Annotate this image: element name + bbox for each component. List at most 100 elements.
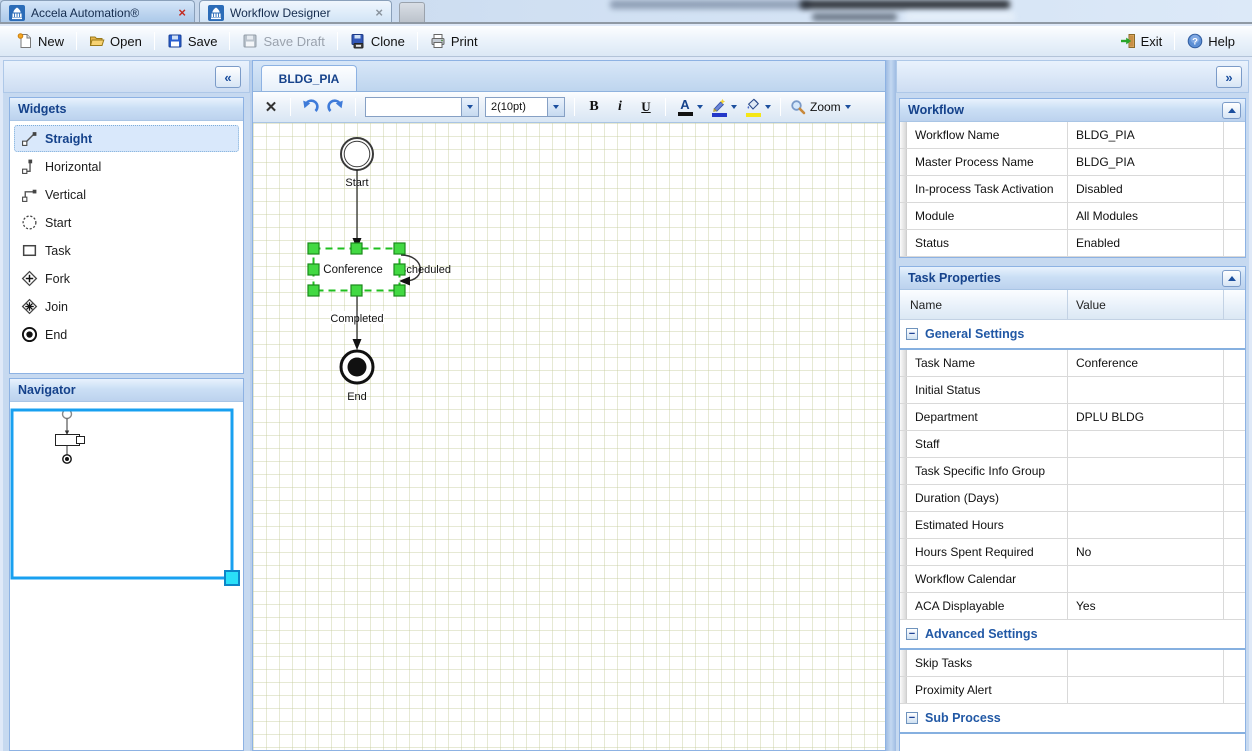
task-property-row[interactable]: Workflow Calendar	[900, 566, 1245, 593]
section-header-sub-process[interactable]: − Sub Process	[900, 704, 1245, 734]
font-family-select[interactable]	[365, 97, 479, 117]
property-value[interactable]: BLDG_PIA	[1067, 149, 1223, 175]
widget-item-task[interactable]: Task	[14, 237, 239, 264]
property-row[interactable]: Status Enabled	[900, 230, 1245, 257]
property-value[interactable]: BLDG_PIA	[1067, 122, 1223, 148]
dropdown-arrow-icon[interactable]	[547, 98, 564, 116]
font-color-button[interactable]: A	[675, 95, 703, 119]
redo-button[interactable]	[326, 96, 346, 118]
workflow-canvas[interactable]: Start Scheduled Conference Completed	[253, 123, 885, 750]
property-value[interactable]	[1067, 485, 1223, 511]
collapse-task-properties-button[interactable]	[1222, 270, 1241, 287]
dropdown-arrow-icon[interactable]	[845, 105, 851, 109]
collapse-left-panel-button[interactable]: «	[215, 66, 241, 88]
collapse-section-icon[interactable]: −	[906, 712, 918, 724]
dropdown-arrow-icon[interactable]	[461, 98, 478, 116]
property-value[interactable]: Enabled	[1067, 230, 1223, 256]
collapse-section-icon[interactable]: −	[906, 328, 918, 340]
property-name: Workflow Calendar	[907, 566, 1067, 592]
dropdown-arrow-icon[interactable]	[765, 105, 771, 109]
task-property-row[interactable]: Task Name Conference	[900, 350, 1245, 377]
property-value[interactable]	[1067, 377, 1223, 403]
underline-button[interactable]: U	[636, 96, 656, 118]
widget-item-join[interactable]: Join	[14, 293, 239, 320]
property-row[interactable]: Workflow Name BLDG_PIA	[900, 122, 1245, 149]
property-value[interactable]	[1067, 512, 1223, 538]
right-splitter[interactable]	[886, 60, 896, 751]
new-button[interactable]: New	[10, 30, 71, 52]
task-node-conference[interactable]: Conference	[314, 249, 400, 291]
print-button[interactable]: Print	[423, 30, 485, 52]
task-property-row[interactable]: Skip Tasks	[900, 650, 1245, 677]
highlight-color-button[interactable]	[709, 95, 737, 119]
italic-button[interactable]: i	[610, 96, 630, 118]
format-toolbar: ✕ 2(10pt) B i U A	[253, 92, 885, 123]
property-value[interactable]: Disabled	[1067, 176, 1223, 202]
help-button[interactable]: Help	[1180, 30, 1242, 52]
property-row[interactable]: Module All Modules	[900, 203, 1245, 230]
property-row[interactable]: In-process Task Activation Disabled	[900, 176, 1245, 203]
dropdown-arrow-icon[interactable]	[731, 105, 737, 109]
property-row[interactable]: Master Process Name BLDG_PIA	[900, 149, 1245, 176]
end-node[interactable]	[341, 351, 373, 383]
task-property-row[interactable]: Estimated Hours	[900, 512, 1245, 539]
row-gutter	[1223, 677, 1245, 703]
toolbar-separator	[229, 32, 230, 50]
tab-close-icon[interactable]: ×	[178, 6, 186, 19]
section-header-general-settings[interactable]: − General Settings	[900, 320, 1245, 350]
property-value[interactable]: No	[1067, 539, 1223, 565]
fill-color-button[interactable]	[743, 95, 771, 119]
task-property-row[interactable]: Duration (Days)	[900, 485, 1245, 512]
row-handle	[900, 176, 907, 202]
collapse-section-icon[interactable]: −	[906, 628, 918, 640]
zoom-button[interactable]: Zoom	[790, 99, 851, 115]
row-handle	[900, 377, 907, 403]
collapse-right-panel-button[interactable]: »	[1216, 66, 1242, 88]
tab-close-icon[interactable]: ×	[375, 6, 383, 19]
property-name: Task Specific Info Group	[907, 458, 1067, 484]
start-node[interactable]	[341, 138, 373, 170]
browser-tab-accela-automation[interactable]: Accela Automation® ×	[0, 0, 195, 24]
widget-item-fork[interactable]: Fork	[14, 265, 239, 292]
property-value[interactable]: Yes	[1067, 593, 1223, 619]
bold-button[interactable]: B	[584, 96, 604, 118]
open-button[interactable]: Open	[82, 30, 149, 52]
collapse-workflow-panel-button[interactable]	[1222, 102, 1241, 119]
dropdown-arrow-icon[interactable]	[697, 105, 703, 109]
section-header-advanced-settings[interactable]: − Advanced Settings	[900, 620, 1245, 650]
widget-item-straight[interactable]: Straight	[14, 125, 239, 152]
task-property-row[interactable]: Proximity Alert	[900, 677, 1245, 704]
task-property-row[interactable]: Task Specific Info Group	[900, 458, 1245, 485]
save-draft-button[interactable]: Save Draft	[235, 30, 331, 52]
designer-tab-bldg-pia[interactable]: BLDG_PIA	[261, 65, 357, 91]
new-document-icon	[17, 33, 33, 49]
property-value[interactable]	[1067, 650, 1223, 676]
font-size-select[interactable]: 2(10pt)	[485, 97, 565, 117]
property-value[interactable]	[1067, 677, 1223, 703]
property-value[interactable]: Conference	[1067, 350, 1223, 376]
task-property-row[interactable]: Staff	[900, 431, 1245, 458]
clone-button[interactable]: Clone	[343, 30, 412, 52]
widget-item-horizontal[interactable]: Horizontal	[14, 153, 239, 180]
widget-item-vertical[interactable]: Vertical	[14, 181, 239, 208]
task-property-row[interactable]: Department DPLU BLDG	[900, 404, 1245, 431]
row-gutter	[1223, 149, 1245, 175]
task-property-row[interactable]: Hours Spent Required No	[900, 539, 1245, 566]
widget-icon	[21, 270, 38, 287]
property-value[interactable]: All Modules	[1067, 203, 1223, 229]
exit-button[interactable]: Exit	[1113, 30, 1170, 52]
property-value[interactable]	[1067, 431, 1223, 457]
property-value[interactable]	[1067, 566, 1223, 592]
property-value[interactable]: DPLU BLDG	[1067, 404, 1223, 430]
task-property-row[interactable]: Initial Status	[900, 377, 1245, 404]
navigator-minimap[interactable]	[10, 402, 243, 750]
undo-button[interactable]	[300, 96, 320, 118]
save-button[interactable]: Save	[160, 30, 225, 52]
widget-item-end[interactable]: End	[14, 321, 239, 348]
browser-tab-workflow-designer[interactable]: Workflow Designer ×	[199, 0, 392, 24]
widget-item-start[interactable]: Start	[14, 209, 239, 236]
new-tab-button[interactable]	[399, 2, 425, 24]
property-value[interactable]	[1067, 458, 1223, 484]
delete-button[interactable]: ✕	[261, 96, 281, 118]
task-property-row[interactable]: ACA Displayable Yes	[900, 593, 1245, 620]
